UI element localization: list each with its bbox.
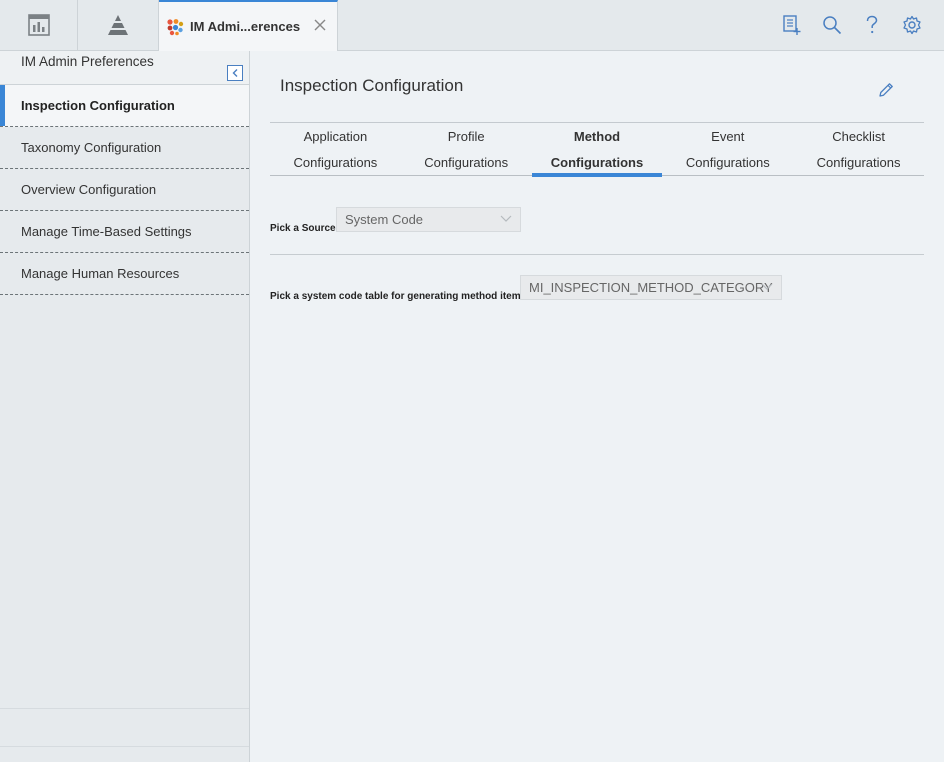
- sidebar: IM Admin Preferences Inspection Configur…: [0, 51, 250, 762]
- chevron-down-icon: [761, 283, 773, 290]
- sidebar-header: IM Admin Preferences: [0, 51, 249, 85]
- im-admin-icon: [167, 18, 184, 35]
- source-label: Pick a Source:: [270, 223, 339, 234]
- dashboard-icon: [27, 14, 50, 36]
- system-code-table-label: Pick a system code table for generating …: [270, 291, 530, 302]
- sidebar-item-label: Manage Human Resources: [21, 266, 180, 281]
- sidebar-item-inspection-configuration[interactable]: Inspection Configuration: [0, 85, 249, 127]
- sidebar-item-taxonomy-configuration[interactable]: Taxonomy Configuration: [0, 127, 249, 169]
- tab-label-line1: Checklist: [832, 129, 885, 144]
- edit-icon[interactable]: [877, 81, 895, 99]
- main-content: Inspection Configuration Application Con…: [250, 51, 944, 762]
- tab-application-configurations[interactable]: Application Configurations: [270, 123, 401, 175]
- tab-label-line2: Configurations: [293, 155, 378, 170]
- gear-icon: [903, 15, 921, 35]
- system-code-table-select[interactable]: MI_INSPECTION_METHOD_CATEGORY: [520, 275, 782, 300]
- tab-checklist-configurations[interactable]: Checklist Configurations: [793, 123, 924, 175]
- tab-label-line1: Method: [573, 129, 621, 144]
- sidebar-item-label: Manage Time-Based Settings: [21, 224, 192, 239]
- help-button[interactable]: [860, 12, 884, 38]
- tab-label-line2: Configurations: [550, 155, 644, 170]
- tab-label-line1: Application: [303, 129, 368, 144]
- help-icon: [866, 15, 878, 34]
- pyramid-icon: [108, 15, 128, 35]
- search-button[interactable]: [820, 12, 844, 38]
- sidebar-item-label: Inspection Configuration: [21, 98, 175, 113]
- tab-label-line1: Event: [711, 129, 745, 144]
- new-document-icon: [783, 15, 801, 35]
- tab-profile-configurations[interactable]: Profile Configurations: [401, 123, 532, 175]
- collapse-sidebar-button[interactable]: [227, 65, 243, 81]
- sidebar-footer-divider: [0, 708, 249, 709]
- settings-button[interactable]: [900, 12, 924, 38]
- sidebar-title: IM Admin Preferences: [21, 54, 154, 69]
- system-code-table-value: MI_INSPECTION_METHOD_CATEGORY: [529, 280, 773, 295]
- tab-label-line2: Configurations: [685, 155, 770, 170]
- tab-label-line2: Configurations: [424, 155, 509, 170]
- page-title: Inspection Configuration: [280, 76, 464, 95]
- chevron-left-icon: [232, 69, 238, 77]
- sidebar-item-label: Taxonomy Configuration: [21, 140, 162, 155]
- section-divider: [270, 254, 924, 255]
- sidebar-footer-divider: [0, 746, 249, 747]
- app-tab-dashboard[interactable]: [0, 0, 78, 50]
- sidebar-item-manage-time-based-settings[interactable]: Manage Time-Based Settings: [0, 211, 249, 253]
- search-icon: [823, 16, 842, 35]
- source-select-value: System Code: [345, 212, 424, 227]
- sidebar-item-label: Overview Configuration: [21, 182, 157, 197]
- top-bar: IM Admi...erences: [0, 0, 944, 51]
- chevron-down-icon: [500, 215, 512, 222]
- document-tab-label: IM Admi...erences: [190, 19, 301, 34]
- sidebar-item-manage-human-resources[interactable]: Manage Human Resources: [0, 253, 249, 295]
- configuration-tabs: Application Configurations Profile Confi…: [270, 122, 924, 177]
- source-select[interactable]: System Code: [336, 207, 521, 232]
- sidebar-item-overview-configuration[interactable]: Overview Configuration: [0, 169, 249, 211]
- tab-label-line2: Configurations: [816, 155, 901, 170]
- tab-method-configurations[interactable]: Method Configurations: [531, 123, 663, 177]
- tab-event-configurations[interactable]: Event Configurations: [662, 123, 793, 175]
- close-icon[interactable]: [313, 18, 327, 32]
- tab-label-line1: Profile: [447, 129, 485, 144]
- app-tab-pyramid[interactable]: [78, 0, 159, 50]
- new-document-button[interactable]: [780, 12, 804, 38]
- document-tab[interactable]: IM Admi...erences: [159, 0, 338, 51]
- toolbar: [780, 12, 924, 38]
